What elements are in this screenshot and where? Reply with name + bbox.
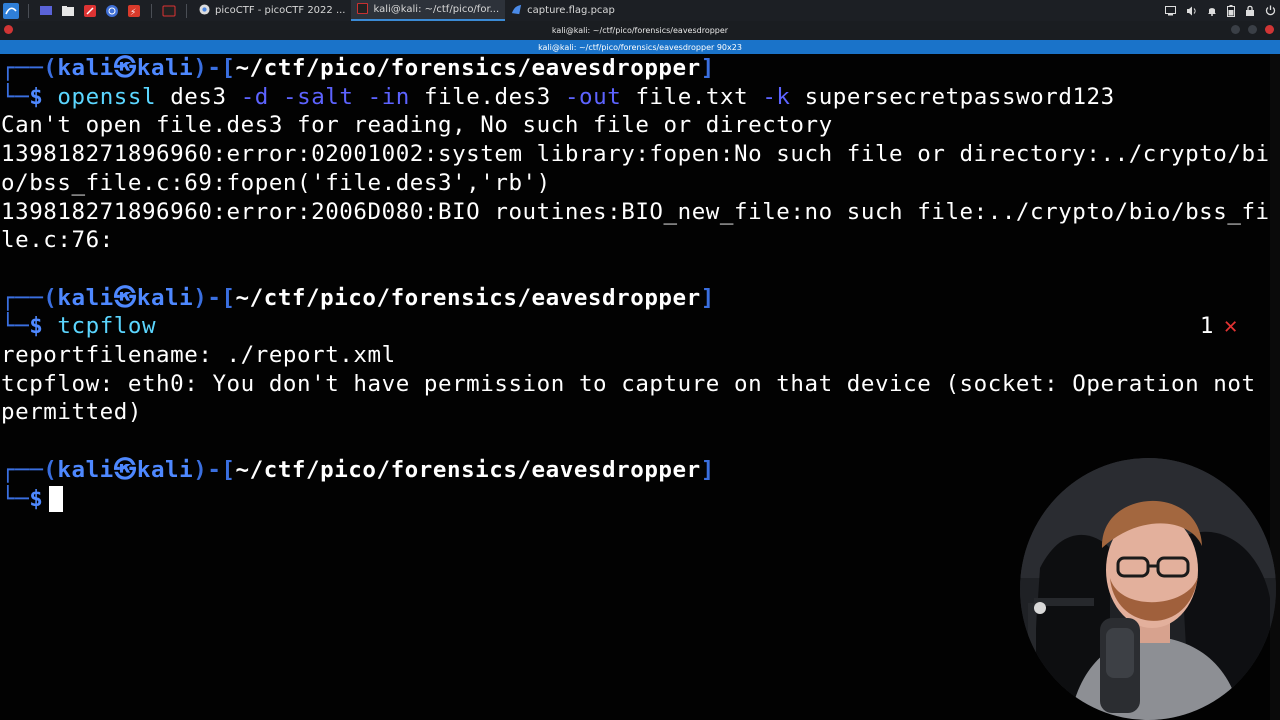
screen-icon[interactable] [1165,5,1176,16]
wireshark-icon [511,4,522,18]
task-wireshark[interactable]: capture.flag.pcap [505,0,621,21]
output-line: permitted) [1,399,142,426]
minimize-button[interactable] [1231,25,1240,34]
error-x-icon: ✕ [1223,313,1238,340]
exit-code: 1 [1199,313,1214,340]
prompt-line: ┌──(kali㉿kali)-[~/ctf/pico/forensics/eav… [1,55,715,81]
task-terminal[interactable]: kali@kali: ~/ctf/pico/for... [351,0,506,21]
output-line: o/bss_file.c:69:fopen('file.des3','rb') [1,169,551,196]
status-strip [0,706,1280,720]
prompt-line: ┌──(kali㉿kali)-[~/ctf/pico/forensics/eav… [1,284,715,311]
command-line[interactable]: └─$ [1,485,64,514]
file-manager-icon[interactable] [60,3,76,19]
task-label: kali@kali: ~/ctf/pico/for... [373,4,500,15]
close-button[interactable] [1265,25,1274,34]
battery-icon[interactable] [1227,4,1235,17]
separator [28,3,29,18]
task-chrome[interactable]: picoCTF - picoCTF 2022 ... [193,0,351,21]
webcam-overlay [1020,458,1276,720]
desktop-icon[interactable] [38,3,54,19]
output-line: reportfilename: ./report.xml [1,342,396,368]
window-titlebar[interactable]: kali@kali: ~/ctf/pico/forensics/eavesdro… [0,21,1280,40]
presenter-video-image [1020,458,1276,720]
terminal-tab[interactable]: kali@kali: ~/ctf/pico/forensics/eavesdro… [0,40,1280,54]
terminal-icon [357,2,369,17]
maximize-button[interactable] [1248,25,1257,34]
text-cursor [49,486,64,512]
task-label: capture.flag.pcap [527,5,615,16]
kali-menu-icon[interactable] [3,2,19,19]
output-line: le.c:76: [1,227,114,254]
output-line: 139818271896960:error:02001002:system li… [1,141,1270,168]
terminal-launcher-icon[interactable] [161,3,177,19]
chrome-icon [199,3,210,18]
browser-icon[interactable] [104,3,120,19]
output-line: Can't open file.des3 for reading, No suc… [1,112,833,139]
command-line: └─$ tcpflow [1,313,157,340]
separator [186,3,187,18]
command-line: └─$ openssl des3 -d -salt -in file.des3 … [1,83,1115,110]
system-tray [1165,0,1276,21]
window-menu [4,25,13,34]
burp-icon[interactable]: ⚡ [126,3,142,19]
output-line: tcpflow: eth0: You don't have permission… [1,370,1256,397]
text-editor-icon[interactable] [82,3,98,19]
power-icon[interactable] [1265,5,1276,16]
lock-icon[interactable] [1245,5,1255,16]
window-icon[interactable] [4,25,13,34]
prompt-line: ┌──(kali㉿kali)-[~/ctf/pico/forensics/eav… [1,456,715,483]
bell-icon[interactable] [1207,5,1217,16]
task-label: picoCTF - picoCTF 2022 ... [215,5,346,16]
tab-title: kali@kali: ~/ctf/pico/forensics/eavesdro… [538,42,742,52]
separator [151,3,152,18]
output-line: 139818271896960:error:2006D080:BIO routi… [1,198,1270,225]
window-controls [1231,25,1274,34]
volume-icon[interactable] [1186,6,1197,16]
taskbar: ⚡ picoCTF - picoCTF 2022 ... kali@kali: … [0,0,1280,21]
window-title: kali@kali: ~/ctf/pico/forensics/eavesdro… [551,26,729,35]
svg-text:⚡: ⚡ [130,8,136,18]
